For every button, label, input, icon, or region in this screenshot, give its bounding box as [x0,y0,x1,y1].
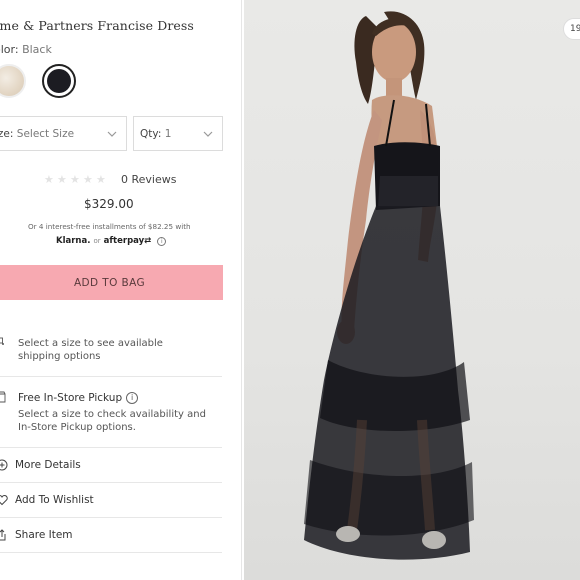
more-details-link[interactable]: More Details [0,448,222,482]
product-price: $329.00 [84,197,134,211]
star-icon: ★ [44,173,54,186]
wishlist-label: Add To Wishlist [15,494,94,506]
product-title: ame & Partners Francise Dress [0,18,194,33]
pickup-heading: Free In-Store Pickup i [18,392,139,404]
star-icon: ★ [96,173,106,186]
image-counter: 19 [563,18,580,40]
share-icon [0,529,6,541]
info-icon[interactable]: i [157,236,167,246]
size-select-label: ize: Select Size [0,128,74,140]
info-icon[interactable]: i [126,392,139,404]
share-item-link[interactable]: Share Item [0,518,222,552]
qty-label: Qty: [140,127,162,140]
more-details-label: More Details [15,459,81,471]
store-icon [0,391,6,403]
chevron-down-icon [203,131,213,137]
plus-circle-icon [0,459,8,471]
installments-text: Or 4 interest-free installments of $82.2… [28,222,191,231]
color-value: Black [22,43,52,56]
swatch-black[interactable] [42,64,76,98]
size-value: Select Size [16,127,75,140]
payment-or: or [93,237,101,245]
chevron-down-icon [107,131,117,137]
qty-select-label: Qty: 1 [140,128,171,140]
afterpay-logo[interactable]: afterpay⇄ [104,236,152,246]
swatch-black-fill [47,69,71,93]
klarna-logo[interactable]: Klarna. [56,236,90,246]
add-to-bag-button[interactable]: ADD TO BAG [0,265,223,300]
model-photo [304,11,474,560]
size-label: ize: [0,127,14,140]
divider [0,376,222,377]
product-image[interactable] [244,0,580,580]
pickup-text: Select a size to check availability and … [18,409,206,433]
size-select[interactable]: ize: Select Size [0,116,127,151]
rating-stars: ★ ★ ★ ★ ★ [44,174,107,185]
payment-logos: Klarna. or afterpay⇄ i [56,236,167,246]
qty-value: 1 [164,127,172,140]
product-details-panel: ame & Partners Francise Dress olor: Blac… [0,0,242,580]
shipping-text: Select a size to see available shipping … [18,338,163,362]
reviews-summary[interactable]: ★ ★ ★ ★ ★ 0 Reviews [44,173,176,186]
swatch-ivory[interactable] [0,64,26,98]
add-to-wishlist-link[interactable]: Add To Wishlist [0,483,222,517]
reviews-count[interactable]: 0 Reviews [121,173,176,186]
divider [0,552,222,553]
heart-icon [0,494,8,506]
star-icon: ★ [83,173,93,186]
pickup-title: Free In-Store Pickup [18,392,123,404]
color-label: olor: [0,43,19,56]
color-row: olor: Black [0,43,52,56]
star-icon: ★ [70,173,80,186]
truck-icon [0,337,4,345]
share-label: Share Item [15,529,73,541]
star-icon: ★ [57,173,67,186]
qty-select[interactable]: Qty: 1 [133,116,223,151]
